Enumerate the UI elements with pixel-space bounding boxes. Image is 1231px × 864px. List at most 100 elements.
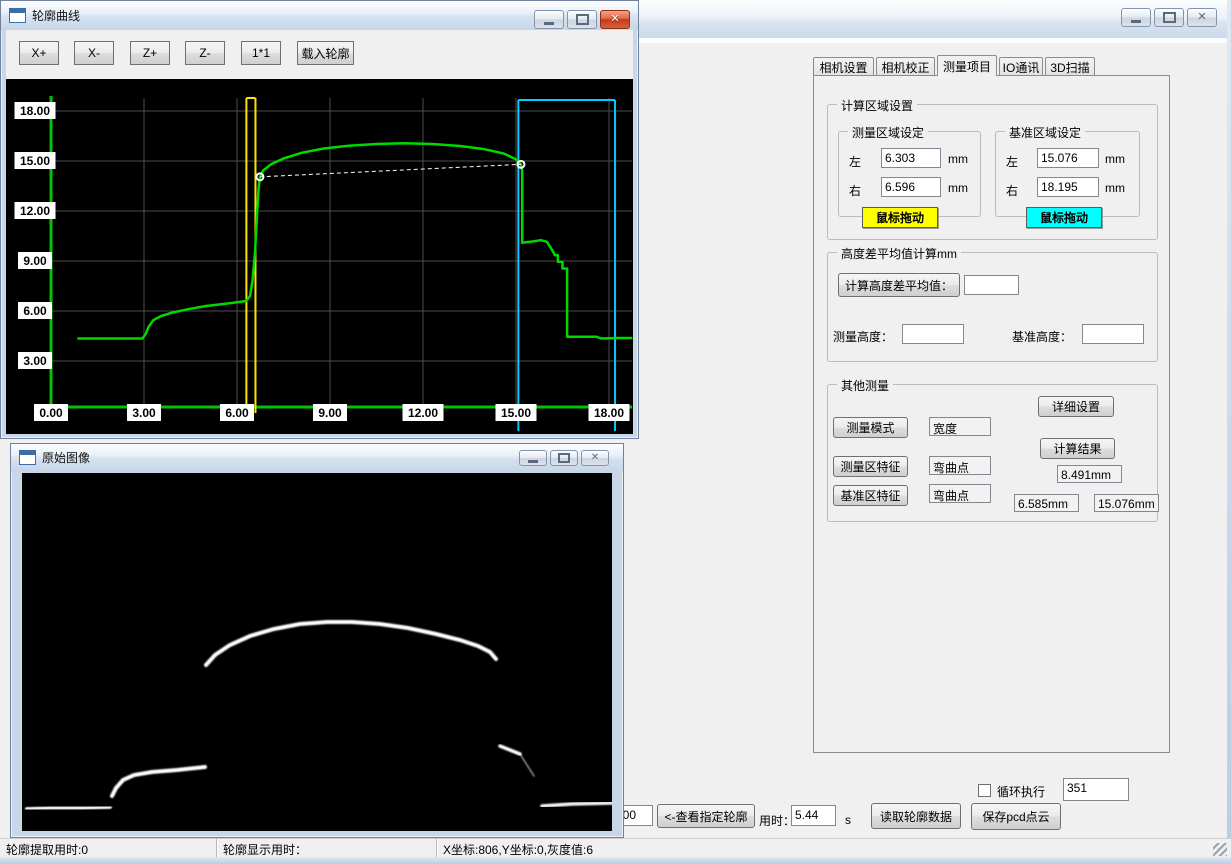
chart-axes [50, 96, 632, 409]
svg-text:3.00: 3.00 [23, 354, 47, 368]
profile-minimize-button[interactable] [534, 10, 564, 29]
calc-result-button[interactable]: 计算结果 [1040, 438, 1115, 459]
tab-measure-items[interactable]: 测量项目 [937, 55, 997, 76]
main-maximize-button[interactable] [1154, 8, 1184, 27]
measure-left-label: 左 [849, 153, 861, 170]
reference-left-label: 左 [1006, 153, 1018, 170]
image-maximize-button[interactable] [550, 450, 578, 466]
svg-text:9.00: 9.00 [318, 406, 342, 420]
profile-window-title: 轮廓曲线 [32, 7, 80, 24]
measure-left-unit: mm [948, 152, 968, 166]
detail-settings-button[interactable]: 详细设置 [1038, 396, 1114, 417]
one-to-one-button[interactable]: 1*1 [241, 41, 281, 65]
profile-chart: 18.0015.0012.009.006.003.000.003.006.009… [6, 79, 633, 434]
profile-maximize-button[interactable] [567, 10, 597, 29]
maximize-icon [576, 14, 589, 25]
status-display-time: 轮廓显示用时： [217, 839, 437, 858]
tab-label: 相机设置 [819, 59, 867, 76]
svg-text:0.00: 0.00 [39, 406, 63, 420]
svg-text:15.00: 15.00 [501, 406, 531, 420]
reference-drag-button[interactable]: 鼠标拖动 [1026, 207, 1102, 228]
measure-feature-button[interactable]: 测量区特征 [833, 456, 908, 477]
image-minimize-button[interactable] [519, 450, 547, 466]
calc-height-diff-button[interactable]: 计算高度差平均值： [838, 273, 960, 297]
other-measure-group-title: 其他测量 [837, 377, 893, 394]
time-label: 用时： [759, 812, 795, 829]
time-value: 5.44 [791, 805, 836, 826]
maximize-icon [558, 453, 570, 463]
reference-region[interactable] [518, 100, 615, 431]
image-close-button[interactable]: ✕ [581, 450, 609, 466]
measure-feature-value[interactable]: 弯曲点 [929, 456, 991, 475]
x-plus-button[interactable]: X+ [19, 41, 59, 65]
measure-area-subgroup-title: 测量区域设定 [848, 124, 928, 141]
tab-label: 3D扫描 [1050, 59, 1089, 76]
height-diff-group-title: 高度差平均值计算mm [837, 245, 961, 262]
svg-text:6.00: 6.00 [23, 304, 47, 318]
x-minus-button[interactable]: X- [74, 41, 114, 65]
svg-text:18.00: 18.00 [20, 104, 50, 118]
minimize-icon [544, 22, 554, 25]
main-close-button[interactable]: ✕ [1187, 8, 1217, 27]
measure-mode-value[interactable]: 宽度 [929, 417, 991, 436]
minimize-icon [1131, 20, 1141, 23]
profile-window: 轮廓曲线 ✕ X+ X- Z+ Z- 1*1 载入轮廓 18.00 15.00 12… [0, 0, 639, 439]
window-icon [19, 450, 36, 465]
save-pcd-button[interactable]: 保存pcd点云 [971, 803, 1061, 830]
reference-right-input[interactable]: 18.195 [1037, 177, 1099, 197]
measure-drag-button[interactable]: 鼠标拖动 [862, 207, 938, 228]
tab-label: 相机校正 [881, 59, 929, 76]
svg-text:18.00: 18.00 [594, 406, 624, 420]
svg-text:12.00: 12.00 [20, 204, 50, 218]
reference-left-input[interactable]: 15.076 [1037, 148, 1099, 168]
calc-result-value: 8.491mm [1057, 465, 1122, 483]
close-icon: ✕ [1197, 12, 1206, 23]
right-fragment [500, 746, 520, 754]
bottom-right-line [542, 803, 612, 806]
status-bar: 轮廓提取用时:0 轮廓显示用时： X坐标:806,Y坐标:0,灰度值:6 [0, 838, 1231, 858]
close-icon: ✕ [610, 14, 619, 25]
height-diff-value[interactable] [964, 275, 1019, 295]
tab-3d-scan[interactable]: 3D扫描 [1045, 57, 1095, 76]
resize-grip[interactable] [1213, 843, 1227, 856]
time-unit-label: s [845, 813, 851, 827]
right-fragment-tail [520, 754, 534, 776]
view-profile-button[interactable]: <-查看指定轮廓 [657, 804, 755, 828]
reference-feature-value[interactable]: 弯曲点 [929, 484, 991, 503]
loop-exec-checkbox[interactable] [978, 784, 991, 797]
window-icon [9, 8, 26, 23]
load-profile-button[interactable]: 载入轮廓 [297, 41, 354, 65]
main-frame-bottom [0, 857, 1231, 864]
reference-left-unit: mm [1105, 152, 1125, 166]
svg-text:9.00: 9.00 [23, 254, 47, 268]
read-profile-button[interactable]: 读取轮廓数据 [871, 803, 961, 829]
reference-result-value: 15.076mm [1094, 494, 1159, 512]
tab-camera-settings[interactable]: 相机设置 [813, 57, 874, 76]
main-arc [206, 622, 496, 665]
reference-area-subgroup: 基准区域设定 [995, 131, 1140, 217]
maximize-icon [1163, 12, 1176, 23]
main-frame-right [1227, 0, 1231, 864]
tab-io-comm[interactable]: IO通讯 [999, 57, 1043, 76]
bottom-left-line [27, 807, 110, 809]
measure-left-input[interactable]: 6.303 [881, 148, 941, 168]
tab-label: IO通讯 [1003, 59, 1040, 76]
measure-right-input[interactable]: 6.596 [881, 177, 941, 197]
svg-text:6.00: 6.00 [225, 406, 249, 420]
z-minus-button[interactable]: Z- [185, 41, 225, 65]
loop-count-input[interactable]: 351 [1063, 778, 1129, 801]
svg-text:15.00: 15.00 [20, 154, 50, 168]
measure-height-value[interactable] [902, 324, 964, 344]
image-window: 原始图像 ✕ [10, 443, 624, 838]
z-plus-button[interactable]: Z+ [130, 41, 170, 65]
measure-height-label: 测量高度： [833, 328, 893, 345]
profile-close-button[interactable]: ✕ [600, 10, 630, 29]
tab-camera-calibration[interactable]: 相机校正 [876, 57, 935, 76]
reference-right-unit: mm [1105, 181, 1125, 195]
measure-area-subgroup: 测量区域设定 [838, 131, 981, 217]
measure-mode-button[interactable]: 测量模式 [833, 417, 908, 438]
reference-height-value[interactable] [1082, 324, 1144, 344]
lower-step [112, 767, 205, 796]
reference-feature-button[interactable]: 基准区特征 [833, 485, 908, 506]
main-minimize-button[interactable] [1121, 8, 1151, 27]
